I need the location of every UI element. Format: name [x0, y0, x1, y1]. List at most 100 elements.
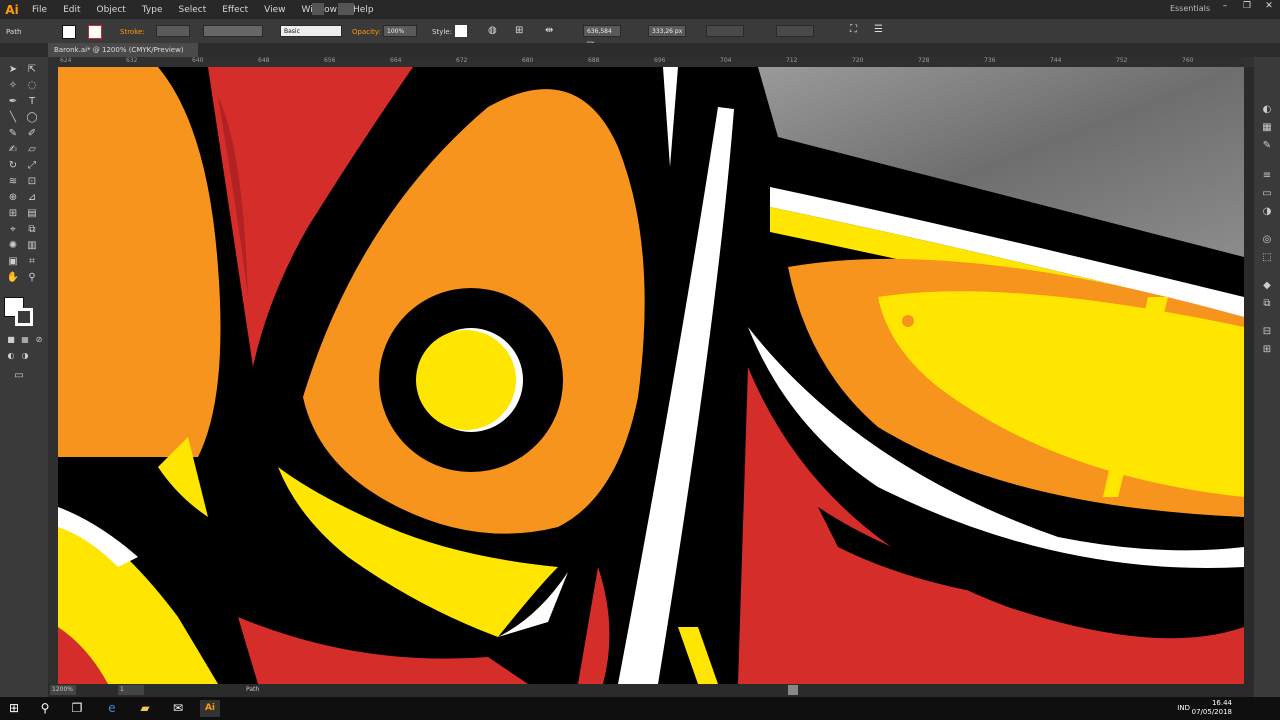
artboard-tool-icon[interactable]: ▣: [6, 255, 20, 269]
ruler-tick-label: 632: [126, 57, 138, 64]
artboards-panel-icon[interactable]: ⧉: [1260, 297, 1274, 311]
graph-tool-icon[interactable]: ▥: [25, 239, 39, 253]
paintbrush-icon[interactable]: ✎: [6, 127, 20, 141]
menu-file[interactable]: File: [24, 5, 55, 15]
lasso-icon[interactable]: ◌: [25, 79, 39, 93]
gradient-mode-icon[interactable]: ▦: [18, 333, 32, 347]
blend-tool-icon[interactable]: ⧉: [25, 223, 39, 237]
eraser-icon[interactable]: ▱: [25, 143, 39, 157]
x-coordinate-field[interactable]: 636,584 px: [583, 25, 621, 47]
direct-selection-tool-icon[interactable]: ⇱: [25, 63, 39, 77]
warp-tool-icon[interactable]: ≋: [6, 175, 20, 189]
mail-icon[interactable]: ✉: [169, 700, 187, 717]
type-tool-icon[interactable]: T: [25, 95, 39, 109]
mesh-tool-icon[interactable]: ⊞: [6, 207, 20, 221]
edge-icon[interactable]: e: [103, 700, 121, 717]
color-panel-icon[interactable]: ◐: [1260, 103, 1274, 117]
perspective-grid-icon[interactable]: ⊿: [25, 191, 39, 205]
artboard-number[interactable]: 1: [118, 685, 144, 695]
magic-wand-icon[interactable]: ✧: [6, 79, 20, 93]
menu-object[interactable]: Object: [89, 5, 134, 15]
close-button[interactable]: ✕: [1258, 0, 1280, 14]
appearance-panel-icon[interactable]: ◎: [1260, 233, 1274, 247]
opacity-field[interactable]: 100%: [383, 25, 417, 37]
layers-panel-icon[interactable]: ◆: [1260, 279, 1274, 293]
variable-width-profile[interactable]: [203, 25, 263, 37]
bridge-icon[interactable]: [312, 3, 324, 15]
eyedropper-icon[interactable]: ⌖: [6, 223, 20, 237]
gradient-panel-icon[interactable]: ▭: [1260, 187, 1274, 201]
isolate-icon[interactable]: ⛶: [850, 24, 857, 35]
ellipse-tool-icon[interactable]: ◯: [25, 111, 39, 125]
recolor-icon[interactable]: ◍: [488, 25, 497, 36]
ruler-tick-label: 720: [852, 57, 864, 64]
stroke-label[interactable]: Stroke:: [120, 28, 145, 36]
width-field[interactable]: [706, 25, 744, 37]
free-transform-icon[interactable]: ⊡: [25, 175, 39, 189]
scale-tool-icon[interactable]: ⤢: [25, 159, 39, 173]
workspace-switcher[interactable]: Essentials: [1170, 4, 1210, 13]
search-icon[interactable]: ⚲: [36, 700, 54, 717]
ruler-tick-label: 624: [60, 57, 72, 64]
color-mode-icon[interactable]: ■: [4, 333, 18, 347]
screen-mode-icon[interactable]: ▭: [12, 369, 26, 383]
symbol-sprayer-icon[interactable]: ✺: [6, 239, 20, 253]
minimize-button[interactable]: –: [1214, 0, 1236, 14]
y-coordinate-field[interactable]: 333,26 px: [648, 25, 686, 37]
gradient-tool-icon[interactable]: ▤: [25, 207, 39, 221]
menu-type[interactable]: Type: [134, 5, 171, 15]
task-view-icon[interactable]: ❐: [68, 700, 86, 717]
opacity-label[interactable]: Opacity:: [352, 28, 381, 36]
transparency-panel-icon[interactable]: ◑: [1260, 205, 1274, 219]
blob-brush-icon[interactable]: ✍: [6, 143, 20, 157]
ruler-tick-label: 752: [1116, 57, 1128, 64]
fill-swatch[interactable]: [62, 25, 76, 39]
transform-icon[interactable]: ⇹: [545, 25, 553, 36]
ruler-tick-label: 696: [654, 57, 666, 64]
pathfinder-panel-icon[interactable]: ⊞: [1260, 343, 1274, 357]
artboard-canvas[interactable]: [58, 67, 1244, 684]
draw-behind-icon[interactable]: ◑: [18, 349, 32, 363]
horizontal-scroll-thumb[interactable]: [788, 685, 798, 695]
slice-tool-icon[interactable]: ⌗: [25, 255, 39, 269]
draw-normal-icon[interactable]: ◐: [4, 349, 18, 363]
menu-effect[interactable]: Effect: [214, 5, 256, 15]
swatches-panel-icon[interactable]: ▦: [1260, 121, 1274, 135]
rotate-tool-icon[interactable]: ↻: [6, 159, 20, 173]
align-panel-icon[interactable]: ⊟: [1260, 325, 1274, 339]
stroke-panel-icon[interactable]: ≡: [1260, 169, 1274, 183]
stroke-color-swatch[interactable]: [15, 308, 33, 326]
orange-dot: [902, 315, 914, 327]
arrange-documents-icon[interactable]: [338, 3, 354, 15]
height-field[interactable]: [776, 25, 814, 37]
menu-select[interactable]: Select: [170, 5, 214, 15]
zoom-tool-icon[interactable]: ⚲: [25, 271, 39, 285]
windows-icon[interactable]: ⊞: [5, 700, 23, 717]
align-icon[interactable]: ⊞: [515, 25, 523, 36]
pen-tool-icon[interactable]: ✒: [6, 95, 20, 109]
stroke-weight-field[interactable]: [156, 25, 190, 37]
none-mode-icon[interactable]: ⊘: [32, 333, 46, 347]
vertical-scrollbar[interactable]: [1244, 67, 1254, 684]
menu-view[interactable]: View: [256, 5, 293, 15]
input-language[interactable]: IND: [1177, 704, 1190, 712]
hand-tool-icon[interactable]: ✋: [6, 271, 20, 285]
zoom-level[interactable]: 1200%: [50, 685, 76, 695]
system-clock[interactable]: 16.44 07/05/2018: [1192, 699, 1232, 717]
ruler-tick-label: 736: [984, 57, 996, 64]
folder-icon[interactable]: ▰: [136, 700, 154, 717]
menu-edit[interactable]: Edit: [55, 5, 88, 15]
pencil-icon[interactable]: ✐: [25, 127, 39, 141]
illustrator-icon[interactable]: Ai: [200, 700, 220, 717]
line-tool-icon[interactable]: ╲: [6, 111, 20, 125]
graphic-style-swatch[interactable]: [455, 25, 467, 37]
shape-builder-icon[interactable]: ⊕: [6, 191, 20, 205]
document-tab[interactable]: Baronk.ai* @ 1200% (CMYK/Preview): [48, 43, 198, 57]
graphic-styles-icon[interactable]: ⬚: [1260, 251, 1274, 265]
panel-menu-icon[interactable]: ☰: [874, 24, 883, 35]
brush-definition[interactable]: Basic: [280, 25, 342, 37]
stroke-swatch[interactable]: [88, 25, 102, 39]
brushes-panel-icon[interactable]: ✎: [1260, 139, 1274, 153]
maximize-button[interactable]: ❐: [1236, 0, 1258, 14]
selection-tool-icon[interactable]: ➤: [6, 63, 20, 77]
